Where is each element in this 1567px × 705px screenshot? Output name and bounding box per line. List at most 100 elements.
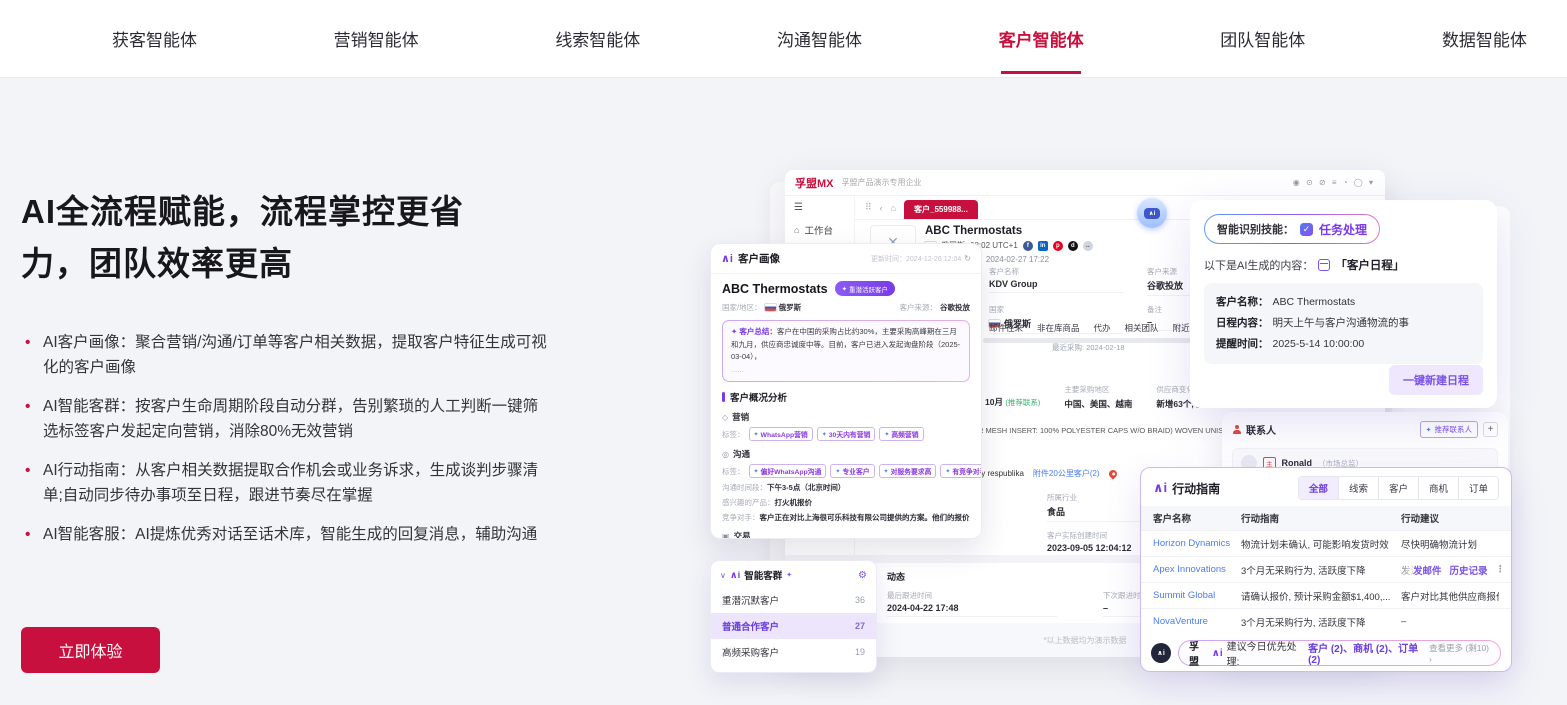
skill-intro-text: 以下是AI生成的内容： [1204,257,1313,273]
chevron-down-icon[interactable]: ∨ [720,571,726,580]
tag: ✦30天内有营销 [817,427,876,441]
customer-link[interactable]: Apex Innovations [1153,564,1241,575]
map-pin-icon[interactable] [1107,468,1118,479]
table-row[interactable]: Horizon Dynamics 物流计划未确认, 可能影响发货时效 尽快明确物… [1141,530,1511,556]
page-title: AI全流程赋能，流程掌控更省 力，团队效率更高 [21,186,464,290]
suggestion-text: 建议今日优先处理: [1227,638,1304,668]
tab-customer-agent[interactable]: 客户智能体 [999,0,1084,77]
back-icon[interactable]: ‹ [880,203,883,213]
tag: ✦WhatsApp营销 [749,427,813,441]
tab-marketing-agent[interactable]: 营销智能体 [334,0,419,77]
schedule-content: 日程内容：明天上午与客户沟通物流的事 [1216,313,1471,334]
tab-data-agent[interactable]: 数据智能体 [1442,0,1527,77]
gear-icon[interactable]: ⚙ [858,570,867,581]
ai-assistant-avatar[interactable]: ∧i [1137,198,1167,228]
history-button[interactable]: 历史记录 [1449,563,1487,577]
tab-acquisition-agent[interactable]: 获客智能体 [112,0,197,77]
marketing-group-icon: ◇ [722,413,728,422]
ai-logo-icon: ∧i [1212,648,1223,659]
pinterest-icon[interactable]: p [1053,241,1063,251]
table-row[interactable]: Apex Innovations 3个月无采购行为, 活跃度下降 发送关怀 发邮… [1141,556,1511,582]
brand-label: 孚盟 [1189,638,1208,668]
tab-leads[interactable]: 线索 [1338,477,1378,499]
tags-label: 标签： [722,429,745,440]
linkedin-icon[interactable]: in [1038,241,1048,251]
tab-non-stock[interactable]: 非在库商品 [1037,322,1080,334]
home-tab-icon[interactable]: ⌂ [891,203,896,213]
sparkle-icon: ✦ [1426,426,1432,434]
recent-purchase: 最近采购: 2024-02-18 [1052,342,1125,353]
crm-titlebar: 孚盟MX 孚盟产品演示专用企业 ◉ ⊙ ⊘ ≡ ◔ ◯ ▾ [785,170,1385,196]
customer-link[interactable]: NovaVenture [1153,616,1241,627]
calendar-icon [1318,259,1330,271]
segment-row-normal[interactable]: 普通合作客户 27 [711,613,876,639]
field-value: KDV Group [989,279,1124,293]
tab-lead-agent[interactable]: 线索智能体 [555,0,640,77]
action-guide-card: ∧i 行动指南 全部 线索 客户 商机 订单 客户名称 行动指南 行动建议 Ho… [1140,467,1512,672]
send-email-button[interactable]: 发邮件 [1413,563,1442,577]
checkbox-icon: ✓ [1300,223,1313,236]
skill-pill: 智能识别技能： ✓ 任务处理 [1204,214,1380,244]
tags-label: 标签： [722,466,745,477]
tab-customers[interactable]: 客户 [1378,477,1418,499]
sidebar-item-workbench[interactable]: ⌂ 工作台 [785,217,854,243]
tab-opportunities[interactable]: 商机 [1418,477,1458,499]
stat-month: 10月 (推荐联系) [985,384,1040,410]
more-dots-icon[interactable]: ⋮ [1496,564,1506,575]
table-row[interactable]: Summit Global 请确认报价, 预计采购金额$1,400,... 客户… [1141,582,1511,608]
info-row-competitor: 竞争对手：客户正在对比上海很可乐科技有限公司提供的方案。他们的报价更低 [722,512,970,523]
row-hover-actions: 发邮件 历史记录 ⋮ [1393,557,1505,582]
profile-updated-time: 更新时间：2024-12-26 12:04 ↻ [871,254,971,264]
tab-all[interactable]: 全部 [1299,477,1338,499]
segment-row-frequent[interactable]: 高频采购客户 19 [711,639,876,665]
create-schedule-button[interactable]: 一键新建日程 [1389,365,1483,395]
ai-bot-avatar: ∧i [1151,643,1171,663]
ai-summary-box: ✦ 客户总结：客户在中国的采购占比约30%，主要采购高峰期在三月和九月，供应商忠… [722,320,970,382]
field-label: 客户名称 [989,266,1141,277]
more-social-icon[interactable]: ‥ [1083,241,1093,251]
home-icon: ⌂ [794,225,799,235]
page: 获客智能体 营销智能体 线索智能体 沟通智能体 客户智能体 团队智能体 数据智能… [0,0,1567,705]
grid-icon[interactable]: ⠿ [865,202,872,213]
hero-section: AI全流程赋能，流程掌控更省 力，团队效率更高 AI客户画像：聚合营销/沟通/订… [0,78,1567,705]
tab-team-agent[interactable]: 团队智能体 [1220,0,1305,77]
add-contact-button[interactable]: + [1483,422,1498,437]
tag: ✦有竞争对手 [940,464,982,478]
try-now-button[interactable]: 立即体验 [21,627,160,673]
tab-communication-agent[interactable]: 沟通智能体 [777,0,862,77]
field-last-followup: 最后跟进时间 2024-04-22 17:48 [887,590,1057,617]
bullet-smart-segments: AI智能客群：按客户生命周期阶段自动分群，告别繁琐的人工判断一键筛选标签客户发起… [21,394,551,444]
profile-card-title: 客户画像 [738,251,780,266]
russia-flag-icon [765,304,776,311]
refresh-icon[interactable]: ↻ [964,254,971,263]
schedule-reminder: 提醒时间：2025-5-14 10:00:00 [1216,334,1471,355]
view-more-link[interactable]: 查看更多 (剩10) › [1429,642,1490,664]
customer-link[interactable]: Summit Global [1153,590,1241,601]
tiktok-icon[interactable]: d [1068,241,1078,251]
person-icon [1232,425,1241,434]
sparkle-icon: ✦ [842,285,847,293]
tab-emails[interactable]: 邮件往来 [989,322,1023,334]
section-bar [722,392,725,402]
segment-row-silent[interactable]: 重潜沉默客户 36 [711,587,876,613]
nearby-customers-link[interactable]: 附件20公里客户(2) [1033,468,1100,479]
menu-burger-icon[interactable]: ☰ [785,198,854,217]
crm-brand-logo: 孚盟MX [795,175,834,191]
stat-region: 主要采购地区 中国、美国、越南 [1064,384,1132,410]
sparkle-icon: ✦ [786,571,792,579]
table-row[interactable]: NovaVenture 3个月无采购行为, 活跃度下降 – [1141,608,1511,634]
info-row-product: 感兴趣的产品：打火机报价 [722,497,970,508]
tab-orders[interactable]: 订单 [1458,477,1498,499]
window-toolbar-icons[interactable]: ◉ ⊙ ⊘ ≡ ◔ ◯ ▾ [1293,178,1375,187]
tab-nearby[interactable]: 附近 [1173,322,1190,334]
recommend-contacts-button[interactable]: ✦ 推荐联系人 [1420,421,1478,438]
customer-profile-card: ∧i 客户画像 更新时间：2024-12-26 12:04 ↻ ABC Ther… [710,243,982,539]
profile-customer-name: ABC Thermostats [722,282,828,296]
profile-section-title: 客户概况分析 [730,390,787,404]
customer-record-tab[interactable]: 客户_559988... [904,200,978,219]
tab-todo[interactable]: 代办 [1094,322,1111,334]
customer-link[interactable]: Horizon Dynamics [1153,538,1241,549]
page-title-line2: 力，团队效率更高 [21,238,464,290]
facebook-icon[interactable]: f [1023,241,1033,251]
tab-team[interactable]: 相关团队 [1125,322,1159,334]
